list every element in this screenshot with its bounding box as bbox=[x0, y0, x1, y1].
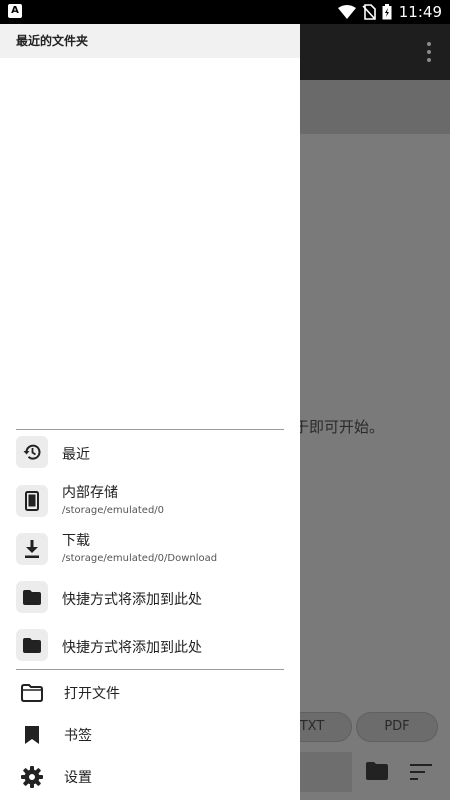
history-icon bbox=[16, 436, 48, 468]
location-title: 最近 bbox=[62, 447, 90, 463]
gear-icon bbox=[20, 765, 44, 789]
menu-bookmarks[interactable]: 书签 bbox=[0, 714, 300, 754]
format-chip-pdf[interactable]: PDF bbox=[356, 712, 438, 742]
location-title: 快捷方式将添加到此处 bbox=[62, 592, 202, 608]
sort-icon[interactable] bbox=[410, 764, 432, 780]
navigation-drawer: 最近的文件夹 最近 内部存储 /storage/emulated/0 下载 /s… bbox=[0, 24, 300, 800]
a-letter-icon: A bbox=[8, 4, 22, 18]
drawer-title: 最近的文件夹 bbox=[16, 34, 89, 48]
status-bar: A 11:49 bbox=[0, 0, 450, 24]
battery-charging-icon bbox=[382, 4, 392, 20]
location-recent[interactable]: 最近 bbox=[0, 429, 300, 475]
more-vert-icon[interactable] bbox=[426, 42, 432, 62]
location-path: /storage/emulated/0 bbox=[62, 505, 165, 516]
wifi-icon bbox=[338, 5, 356, 19]
bookmark-icon bbox=[20, 723, 44, 747]
empty-hint-text: 于即可开始。 bbox=[294, 418, 385, 436]
location-path: /storage/emulated/0/Download bbox=[62, 553, 218, 564]
download-icon bbox=[16, 533, 48, 565]
menu-label: 打开文件 bbox=[64, 686, 120, 702]
shortcut-placeholder[interactable]: 快捷方式将添加到此处 bbox=[0, 622, 300, 668]
location-title: 快捷方式将添加到此处 bbox=[62, 640, 202, 656]
no-sim-icon bbox=[362, 4, 376, 20]
menu-label: 书签 bbox=[64, 728, 92, 744]
drawer-header: 最近的文件夹 bbox=[0, 24, 300, 58]
status-icons bbox=[338, 4, 392, 20]
clock: 11:49 bbox=[398, 3, 442, 21]
shortcut-placeholder[interactable]: 快捷方式将添加到此处 bbox=[0, 574, 300, 620]
menu-settings[interactable]: 设置 bbox=[0, 756, 300, 796]
menu-label: 设置 bbox=[64, 770, 92, 786]
location-title: 下载 bbox=[62, 533, 90, 549]
folder-open-icon bbox=[20, 681, 44, 705]
menu-open-file[interactable]: 打开文件 bbox=[0, 672, 300, 712]
location-title: 内部存储 bbox=[62, 485, 118, 501]
phone-icon bbox=[16, 485, 48, 517]
divider bbox=[16, 669, 284, 670]
location-download[interactable]: 下载 /storage/emulated/0/Download bbox=[0, 526, 300, 572]
folder-icon bbox=[16, 581, 48, 613]
folder-icon[interactable] bbox=[366, 762, 388, 780]
folder-icon bbox=[16, 629, 48, 661]
location-internal-storage[interactable]: 内部存储 /storage/emulated/0 bbox=[0, 478, 300, 524]
